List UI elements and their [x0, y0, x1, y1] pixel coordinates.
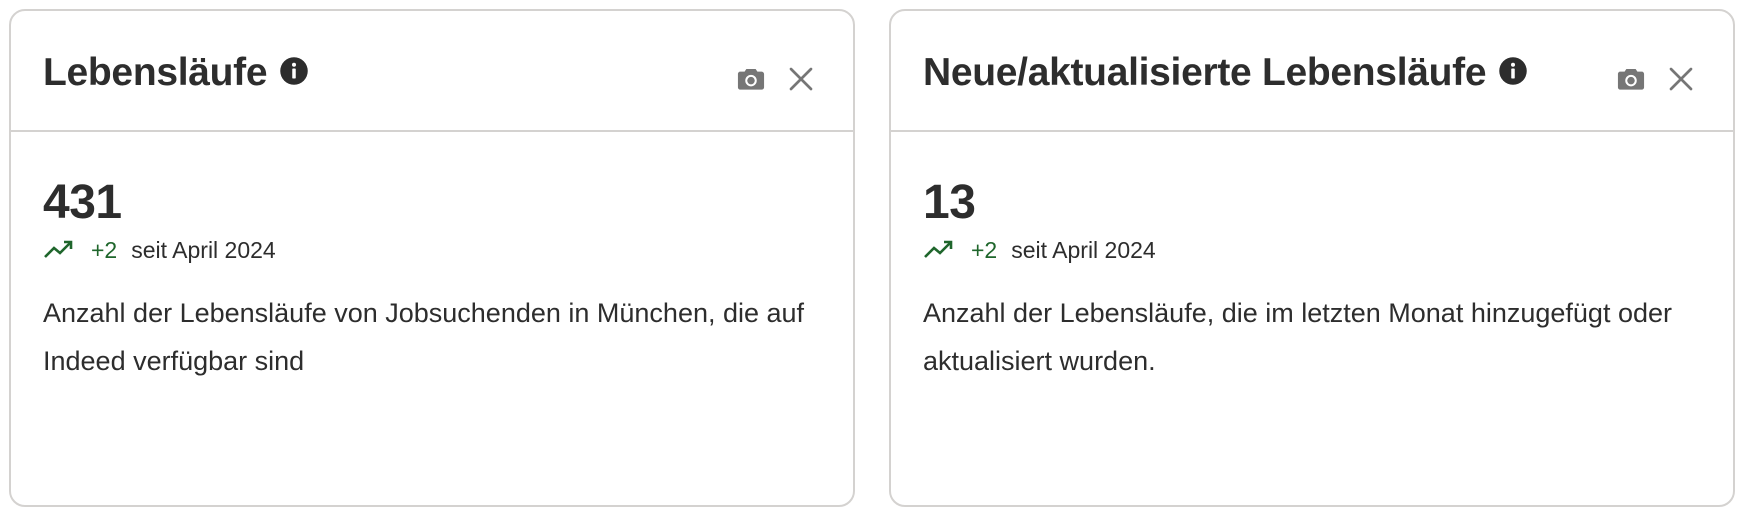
trend-row: +2 seit April 2024: [923, 235, 1701, 265]
card-header: Lebensläufe: [11, 11, 853, 132]
camera-icon[interactable]: [735, 63, 767, 95]
close-icon[interactable]: [785, 63, 817, 95]
trending-up-icon: [43, 238, 75, 262]
card-actions: [735, 63, 817, 95]
trend-delta: +2: [971, 236, 998, 263]
metric-card-new-updated-resumes: Neue/aktualisierte Lebensläufe 13 +2 sei…: [889, 9, 1735, 507]
card-title-text: Lebensläufe: [43, 51, 268, 94]
trending-up-icon: [923, 238, 955, 262]
trend-since: seit April 2024: [131, 236, 276, 263]
metric-card-resumes: Lebensläufe 431 +2 seit April 2024 Anzah…: [9, 9, 855, 507]
card-title: Neue/aktualisierte Lebensläufe: [923, 49, 1528, 97]
trend-row: +2 seit April 2024: [43, 235, 821, 265]
info-icon[interactable]: [1498, 56, 1528, 86]
card-title: Lebensläufe: [43, 49, 309, 97]
close-icon[interactable]: [1665, 63, 1697, 95]
metric-value: 13: [923, 176, 976, 229]
trend-delta: +2: [91, 236, 118, 263]
card-header: Neue/aktualisierte Lebensläufe: [891, 11, 1733, 132]
trend-since: seit April 2024: [1011, 236, 1156, 263]
camera-icon[interactable]: [1615, 63, 1647, 95]
info-icon[interactable]: [279, 56, 309, 86]
card-title-text: Neue/aktualisierte Lebensläufe: [923, 51, 1487, 94]
card-actions: [1615, 63, 1697, 95]
card-description: Anzahl der Lebensläufe von Jobsuchenden …: [43, 298, 805, 376]
card-body: 13 +2 seit April 2024 Anzahl der Lebensl…: [923, 177, 1701, 385]
metric-value: 431: [43, 176, 122, 229]
card-description: Anzahl der Lebensläufe, die im letzten M…: [923, 298, 1672, 376]
card-body: 431 +2 seit April 2024 Anzahl der Lebens…: [43, 177, 821, 385]
metric-cards: Lebensläufe 431 +2 seit April 2024 Anzah…: [0, 0, 1744, 516]
